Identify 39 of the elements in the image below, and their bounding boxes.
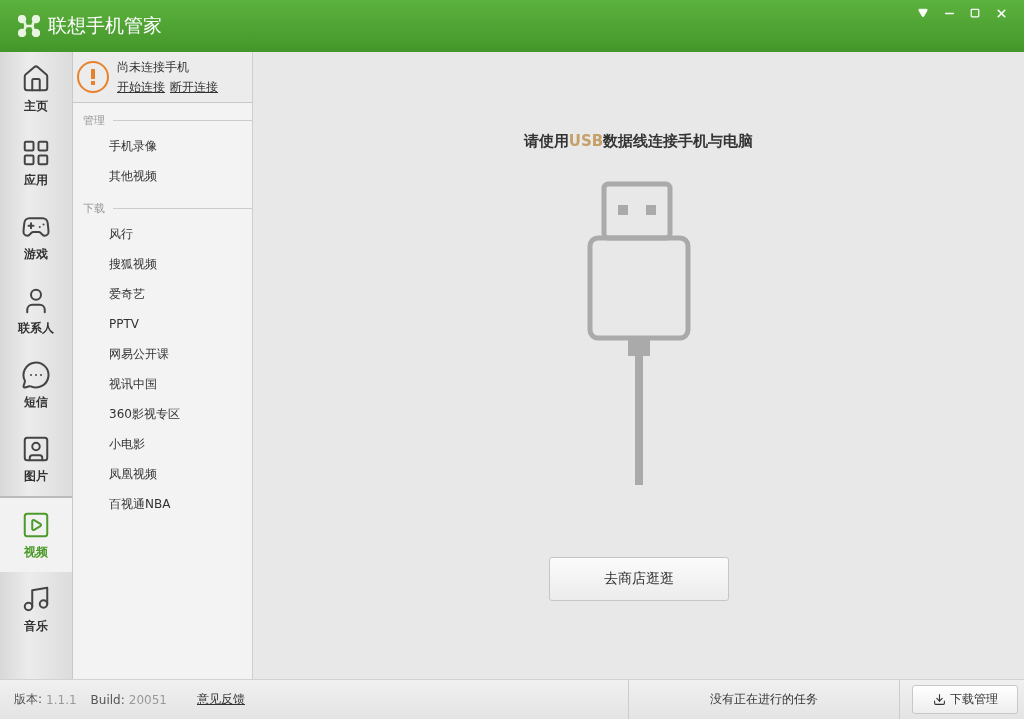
version-value: 1.1.1 xyxy=(46,692,77,707)
nav-item[interactable]: 图片 xyxy=(0,422,72,496)
nav-item[interactable]: 主页 xyxy=(0,52,72,126)
menu-item[interactable]: 360影视专区 xyxy=(73,399,252,429)
warning-icon xyxy=(77,61,109,93)
shop-button[interactable]: 去商店逛逛 xyxy=(548,557,729,601)
section-title: 下载 xyxy=(83,200,105,216)
nav-item[interactable]: 应用 xyxy=(0,126,72,200)
nav-item[interactable]: 联系人 xyxy=(0,274,72,348)
device-status-text: 尚未连接手机 xyxy=(117,58,190,76)
task-status-text: 没有正在进行的任务 xyxy=(628,680,900,719)
nav-item[interactable]: 游戏 xyxy=(0,200,72,274)
menu-item[interactable]: PPTV xyxy=(73,309,252,339)
build-value: 20051 xyxy=(128,692,167,707)
menu-item[interactable]: 其他视频 xyxy=(73,161,252,191)
menu-item[interactable]: 小电影 xyxy=(73,429,252,459)
menu-item[interactable]: 手机录像 xyxy=(73,131,252,161)
menu-item[interactable]: 百视通NBA xyxy=(73,489,252,519)
logo-icon xyxy=(18,15,40,37)
menu-item[interactable]: 风行 xyxy=(73,219,252,249)
nav-item[interactable]: 短信 xyxy=(0,348,72,422)
version-label: 版本: xyxy=(14,691,43,708)
home-icon xyxy=(21,63,51,94)
menu-item[interactable]: 凤凰视频 xyxy=(73,459,252,489)
menu-item[interactable]: 视讯中国 xyxy=(73,369,252,399)
build-label: Build: xyxy=(90,692,125,707)
window-title: 联想手机管家 xyxy=(48,13,163,38)
download-manager-button[interactable]: 下载管理 xyxy=(912,685,1018,714)
menu-item[interactable]: 搜狐视频 xyxy=(73,249,252,279)
section-title: 管理 xyxy=(83,112,105,128)
nav-item[interactable]: 音乐 xyxy=(0,572,72,646)
menu-item[interactable]: 网易公开课 xyxy=(73,339,252,369)
connection-link[interactable]: 开始连接 xyxy=(117,78,165,96)
connection-link[interactable]: 断开连接 xyxy=(170,78,218,96)
download-icon xyxy=(932,693,946,706)
menu-item[interactable]: 爱奇艺 xyxy=(73,279,252,309)
feedback-link[interactable]: 意见反馈 xyxy=(196,691,245,708)
chat-bubble-icon xyxy=(21,359,51,390)
connect-instruction: 请使用USB数据线连接手机与电脑 xyxy=(523,132,754,151)
